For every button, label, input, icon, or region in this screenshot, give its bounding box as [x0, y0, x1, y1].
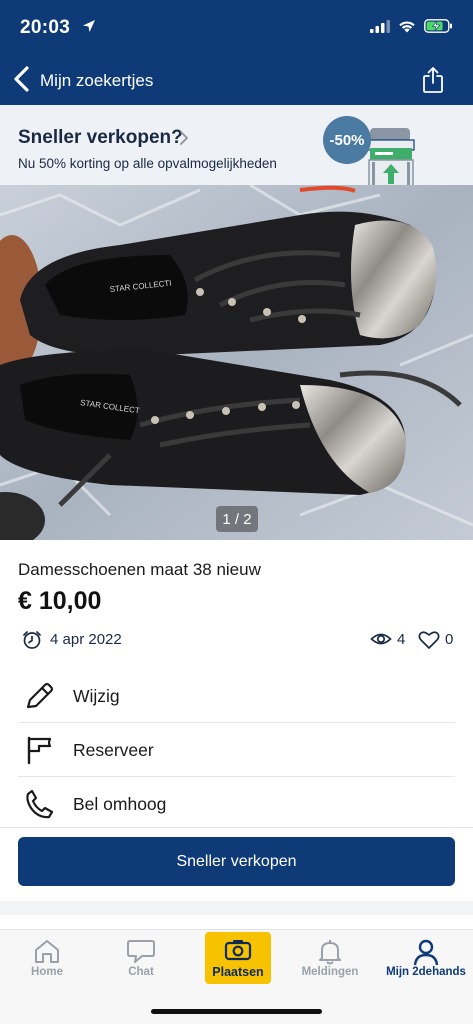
home-icon — [33, 938, 61, 969]
bump-action[interactable]: Bel omhoog — [18, 777, 455, 831]
wifi-icon — [398, 20, 416, 38]
view-count: 4 — [397, 631, 406, 648]
chevron-right-icon — [178, 129, 190, 147]
discount-badge: -50% — [323, 116, 371, 164]
reserve-action[interactable]: Reserveer — [18, 723, 455, 777]
pencil-icon — [24, 681, 56, 711]
sell-faster-button[interactable]: Sneller verkopen — [18, 837, 455, 886]
flag-icon — [24, 735, 56, 765]
status-time: 20:03 — [20, 17, 71, 38]
heart-icon — [418, 630, 440, 655]
tab-chat-label: Chat — [128, 966, 154, 978]
eye-icon — [370, 631, 392, 652]
listing-title: Damesschoenen maat 38 nieuw — [18, 560, 261, 579]
share-button[interactable] — [421, 66, 445, 94]
status-icons — [370, 19, 453, 38]
tab-meldingen[interactable]: Meldingen — [293, 930, 367, 990]
battery-charging-icon — [424, 19, 453, 38]
phone-icon — [24, 789, 56, 819]
tab-plaatsen[interactable]: Plaatsen — [205, 930, 271, 990]
promo-title: Sneller verkopen? — [18, 127, 183, 148]
reserve-label: Reserveer — [73, 740, 154, 760]
camera-icon — [224, 938, 252, 967]
listing-price: € 10,00 — [18, 587, 102, 615]
listing-date: 4 apr 2022 — [50, 631, 122, 648]
section-spacer — [0, 901, 473, 915]
cellular-signal-icon — [370, 19, 390, 38]
chevron-left-icon — [12, 65, 30, 98]
location-arrow-icon — [82, 19, 96, 38]
favorite-count: 0 — [445, 631, 454, 648]
photo-counter: 1 / 2 — [216, 506, 258, 532]
action-list: Wijzig Reserveer Bel omhoog — [18, 669, 455, 831]
share-icon — [421, 67, 445, 98]
divider — [0, 827, 473, 828]
navigation-bar: Mijn zoekertjes — [0, 56, 473, 105]
bump-label: Bel omhoog — [73, 794, 167, 814]
listing-meta: 4 apr 2022 4 0 — [18, 628, 455, 652]
home-indicator — [151, 1009, 322, 1014]
tab-mijn-label: Mijn 2dehands — [386, 966, 466, 978]
tab-meldingen-label: Meldingen — [301, 966, 359, 978]
tab-home[interactable]: Home — [10, 930, 84, 990]
status-bar: 20:03 — [0, 0, 473, 56]
tab-plaatsen-label: Plaatsen — [212, 965, 264, 979]
listing-photo[interactable]: STAR COLLECTI STAR COLLECT — [0, 185, 473, 540]
tab-chat[interactable]: Chat — [104, 930, 178, 990]
tab-mijn-2dehands[interactable]: Mijn 2dehands — [380, 930, 472, 990]
tab-home-label: Home — [31, 966, 63, 978]
back-label: Mijn zoekertjes — [40, 71, 154, 90]
back-button[interactable]: Mijn zoekertjes — [12, 64, 153, 98]
edit-label: Wijzig — [73, 686, 120, 706]
edit-action[interactable]: Wijzig — [18, 669, 455, 723]
chat-icon — [126, 938, 156, 969]
clock-icon — [22, 630, 42, 655]
promo-subtitle: Nu 50% korting op alle opvalmogelijkhede… — [18, 156, 277, 171]
